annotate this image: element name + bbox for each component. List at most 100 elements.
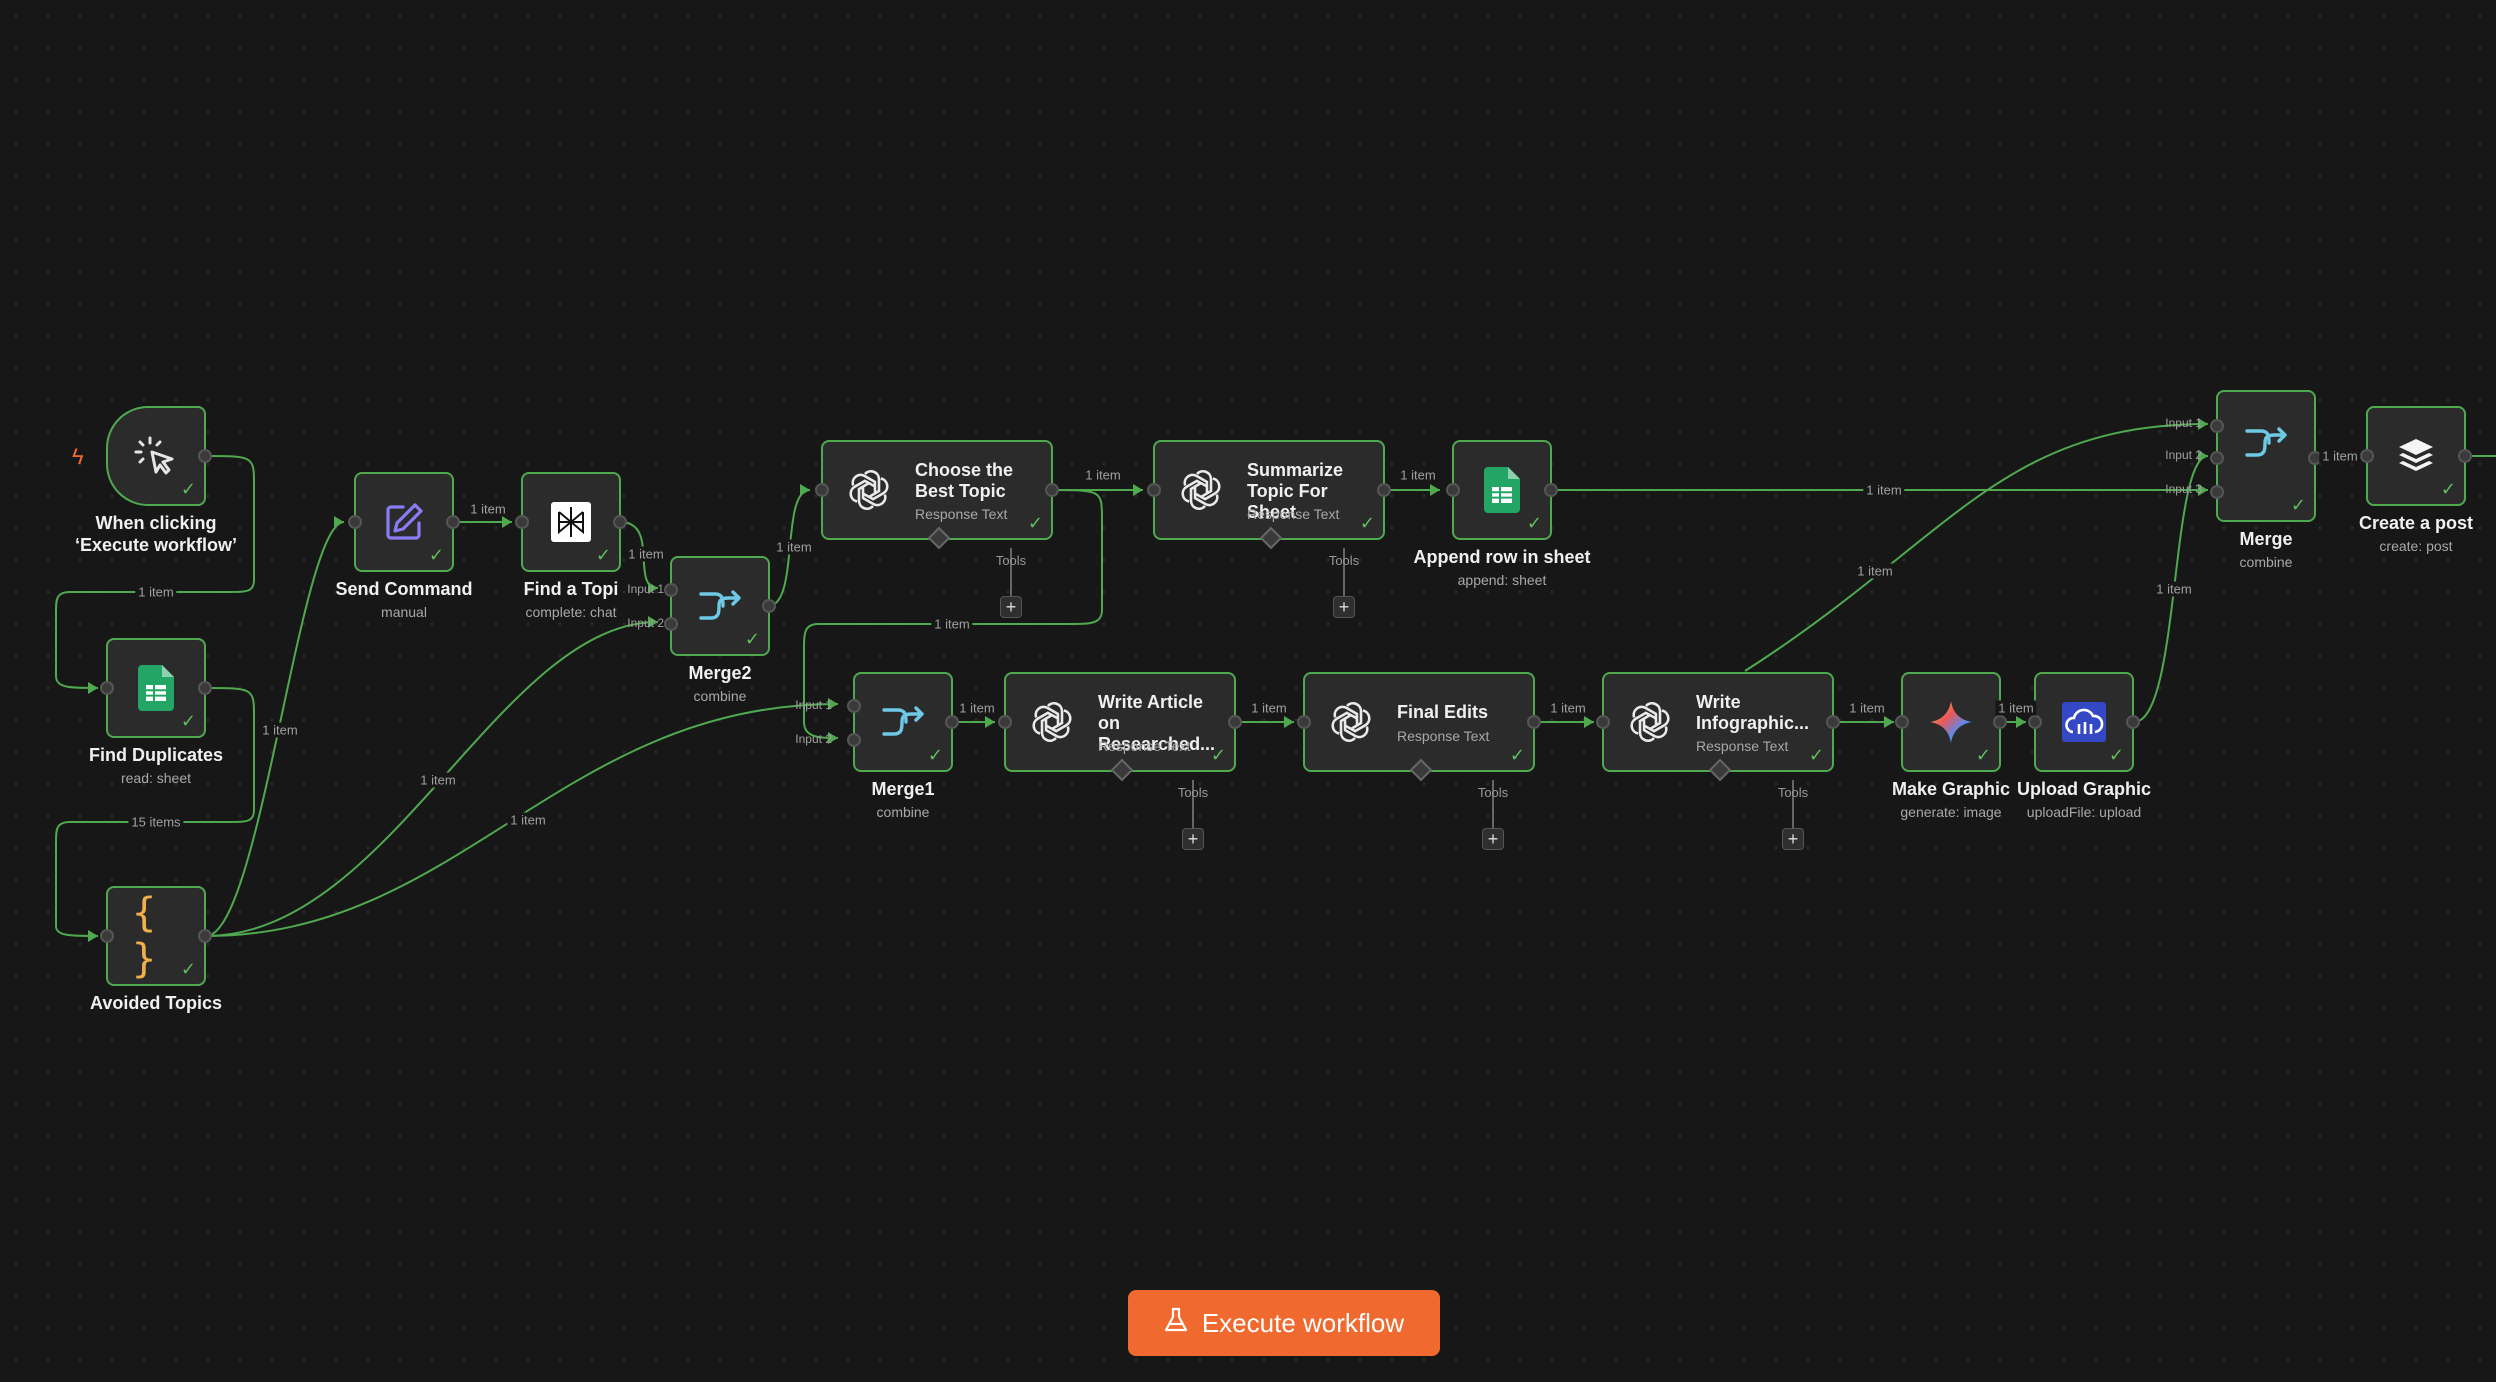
node-subtitle: Response Text [915,506,1008,522]
input-port[interactable] [1446,483,1460,497]
node-write-article[interactable]: Write Article on Researched... Response … [998,672,1242,782]
add-tool-button[interactable]: + [1000,596,1022,618]
node-subtitle: combine [693,688,747,704]
edge-infographic-merge [1744,423,2209,672]
output-port[interactable] [613,515,627,529]
node-find-duplicates[interactable]: ✓ [100,638,212,738]
node-title: Find a Topi [523,579,619,599]
input-port-1[interactable] [2210,419,2224,433]
node-send-command-label: Send Command manual [335,578,472,620]
input-port[interactable] [1895,715,1909,729]
input-port[interactable] [815,483,829,497]
workflow-canvas[interactable]: ϟ ✓ When clicking ‘Execute workflow’ ✓ F… [0,0,2496,1382]
node-write-infographic[interactable]: Write Infographic... Response Text ✓ [1596,672,1840,782]
success-check-icon: ✓ [2440,479,2456,499]
node-title: Send Command [335,579,473,599]
success-check-icon: ✓ [2290,495,2306,515]
node-summarize-topic[interactable]: Summarize Topic For Sheet Response Text … [1147,440,1391,550]
input-port[interactable] [515,515,529,529]
input-port[interactable] [100,929,114,943]
node-upload-graphic-label: Upload Graphic uploadFile: upload [2017,778,2151,820]
openai-icon [1028,698,1076,746]
output-port[interactable] [1527,715,1541,729]
input-port[interactable] [998,715,1012,729]
node-subtitle: Response Text [1397,728,1490,744]
input-port-1[interactable] [847,699,861,713]
node-find-topic[interactable]: ✓ [515,472,627,572]
output-port[interactable] [2458,449,2472,463]
input-port[interactable] [1297,715,1311,729]
input-port-2[interactable] [847,733,861,747]
input-port[interactable] [2360,449,2374,463]
node-subtitle: combine [2239,554,2293,570]
openai-icon [845,466,893,514]
edge-label: 1 item [467,501,509,517]
input-port-1[interactable] [664,583,678,597]
port-label: Input 1 [627,582,664,596]
edge-label: 1 item [1995,700,2037,716]
node-trigger-label: When clicking ‘Execute workflow’ [56,512,256,556]
add-tool-button[interactable]: + [1782,828,1804,850]
node-avoided-topics[interactable]: { } ✓ [100,886,212,986]
output-port[interactable] [446,515,460,529]
edge-label: 1 item [931,616,973,632]
node-find-duplicates-label: Find Duplicates read: sheet [89,744,223,786]
add-tool-button[interactable]: + [1182,828,1204,850]
node-create-post[interactable]: ✓ [2360,406,2472,506]
edge-label: 1 item [1854,563,1896,579]
port-label: Input 2 [627,616,664,630]
output-port[interactable] [1228,715,1242,729]
output-port[interactable] [198,681,212,695]
node-final-edits[interactable]: Final Edits Response Text ✓ [1297,672,1541,782]
output-port[interactable] [198,449,212,463]
node-title: Make Graphic [1891,779,2011,799]
input-port[interactable] [2028,715,2042,729]
google-sheets-icon [1478,466,1526,514]
node-trigger[interactable]: ✓ [106,406,212,506]
output-port[interactable] [1377,483,1391,497]
node-merge1[interactable]: ✓ [847,672,959,772]
success-check-icon: ✓ [428,545,444,565]
node-title: Avoided Topics [89,993,223,1013]
cloudinary-icon [2060,698,2108,746]
output-port[interactable] [1544,483,1558,497]
port-label: Input 3 [2165,482,2202,496]
input-port[interactable] [1147,483,1161,497]
success-check-icon: ✓ [180,479,196,499]
add-tool-button[interactable]: + [1333,596,1355,618]
output-port[interactable] [2126,715,2140,729]
output-port[interactable] [1993,715,2007,729]
output-port[interactable] [945,715,959,729]
port-label: Input 1 [795,698,832,712]
input-port-2[interactable] [664,617,678,631]
output-port[interactable] [1826,715,1840,729]
port-label: Input 1 [2165,416,2202,430]
execute-workflow-button[interactable]: Execute workflow [1128,1290,1440,1356]
node-append-row[interactable]: ✓ [1446,440,1558,540]
openai-icon [1327,698,1375,746]
input-port[interactable] [1596,715,1610,729]
output-port[interactable] [1045,483,1059,497]
input-port[interactable] [100,681,114,695]
node-merge[interactable]: ✓ [2210,390,2322,522]
input-port-2[interactable] [2210,451,2224,465]
node-merge2-label: Merge2 combine [688,662,751,704]
input-port-3[interactable] [2210,485,2224,499]
output-port[interactable] [762,599,776,613]
node-title: Create a post [2358,513,2474,533]
tools-label: Tools [995,553,1027,568]
edge-label: 1 item [1846,700,1888,716]
output-port[interactable] [198,929,212,943]
node-title: Final Edits [1397,702,1489,722]
add-tool-button[interactable]: + [1482,828,1504,850]
node-send-command[interactable]: ✓ [348,472,460,572]
node-merge2[interactable]: ✓ [664,556,776,656]
node-make-graphic[interactable]: ✓ [1895,672,2007,772]
edge-label: 1 item [417,772,459,788]
node-make-graphic-label: Make Graphic generate: image [1892,778,2010,820]
node-choose-best-topic[interactable]: Choose the Best Topic Response Text ✓ [815,440,1059,550]
success-check-icon: ✓ [1509,745,1525,765]
node-upload-graphic[interactable]: ✓ [2028,672,2140,772]
success-check-icon: ✓ [595,545,611,565]
input-port[interactable] [348,515,362,529]
